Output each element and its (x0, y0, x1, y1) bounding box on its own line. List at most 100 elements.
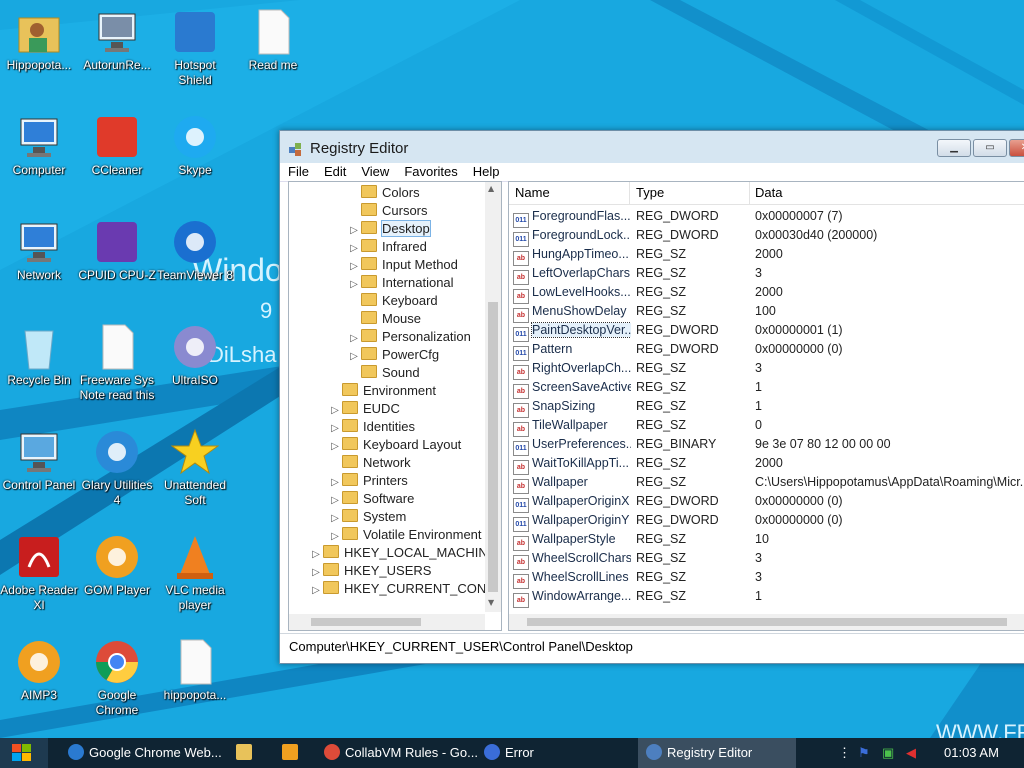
volume-muted-icon[interactable]: ◀ (906, 738, 916, 768)
registry-value-row[interactable]: 011 Pattern REG_DWORD 0x00000000 (0) (509, 340, 1024, 361)
desktop-icon[interactable]: Google Chrome (78, 638, 156, 718)
registry-key-tree[interactable]: Colors Cursors ▷ Desktop ▷ Infrared ▷ Input Met… (288, 181, 502, 631)
registry-value-row[interactable]: ab LowLevelHooks... REG_SZ 2000 (509, 283, 1024, 304)
tree-item[interactable]: ▷ HKEY_USERS (309, 562, 431, 580)
tree-item[interactable]: ▷ HKEY_CURRENT_CONFIG (309, 580, 501, 600)
start-button[interactable] (0, 738, 48, 768)
menu-edit[interactable]: Edit (316, 163, 353, 179)
tray-overflow-icon[interactable]: ⋮ (838, 738, 851, 768)
tree-scroll-thumb[interactable] (488, 302, 498, 592)
tree-item[interactable]: ▷ Desktop (347, 220, 431, 238)
desktop-icon[interactable]: AIMP3 (0, 638, 78, 703)
tree-hscroll-thumb[interactable] (311, 618, 421, 626)
registry-value-row[interactable]: ab TileWallpaper REG_SZ 0 (509, 416, 1024, 437)
menu-favorites[interactable]: Favorites (396, 163, 464, 179)
registry-value-row[interactable]: ab WallpaperStyle REG_SZ 10 (509, 530, 1024, 551)
desktop-icon[interactable]: Control Panel (0, 428, 78, 493)
menu-help[interactable]: Help (465, 163, 507, 179)
tree-item[interactable]: ▷ System (328, 508, 406, 526)
desktop-icon[interactable]: Computer (0, 113, 78, 178)
scroll-down-arrow-icon[interactable]: ▼ (488, 598, 494, 607)
tree-item[interactable]: ▷ International (347, 274, 454, 292)
column-header-data[interactable]: Data (755, 185, 782, 200)
list-horizontal-scrollbar[interactable] (509, 614, 1024, 630)
tree-item[interactable]: ▷ Software (328, 490, 414, 508)
tree-horizontal-scrollbar[interactable] (289, 614, 485, 630)
registry-value-row[interactable]: 011 PaintDesktopVer... REG_DWORD 0x00000001… (509, 321, 1024, 342)
registry-value-row[interactable]: ab WindowArrange... REG_SZ 1 (509, 587, 1024, 608)
tree-item[interactable]: Environment (328, 382, 436, 400)
registry-value-row[interactable]: 011 ForegroundLock... REG_DWORD 0x00030d40 … (509, 226, 1024, 247)
desktop-icon[interactable]: AutorunRe... (78, 8, 156, 73)
desktop-icon[interactable]: Recycle Bin (0, 323, 78, 388)
desktop-icon[interactable]: hippopota... (156, 638, 234, 703)
taskbar-button[interactable] (228, 738, 264, 768)
registry-value-row[interactable]: 011 WallpaperOriginY REG_DWORD 0x00000000 (… (509, 511, 1024, 532)
tree-item[interactable]: ▷ Infrared (347, 238, 427, 256)
desktop-icon[interactable]: VLC media player (156, 533, 234, 613)
taskbar-button[interactable] (274, 738, 310, 768)
desktop-icon[interactable]: Glary Utilities 4 (78, 428, 156, 508)
registry-value-row[interactable]: ab MenuShowDelay REG_SZ 100 (509, 302, 1024, 323)
registry-value-row[interactable]: 011 ForegroundFlas... REG_DWORD 0x00000007 … (509, 207, 1024, 228)
registry-editor-window[interactable]: Registry Editor ▁ ▭ ✕ FileEditViewFavori… (279, 130, 1024, 664)
desktop-icon[interactable]: Hippopota... (0, 8, 78, 73)
tree-vertical-scrollbar[interactable]: ▲ ▼ (485, 182, 501, 612)
tree-item[interactable]: ▷ Identities (328, 418, 415, 436)
tree-item[interactable]: Sound (347, 364, 420, 382)
tree-item[interactable]: ▷ Input Method (347, 256, 458, 274)
registry-value-row[interactable]: ab LeftOverlapChars REG_SZ 3 (509, 264, 1024, 285)
menu-file[interactable]: File (280, 163, 316, 179)
tree-item[interactable]: ▷ Keyboard Layout (328, 436, 461, 454)
minimize-button[interactable]: ▁ (937, 139, 971, 157)
tree-item[interactable]: ▷ Printers (328, 472, 408, 490)
column-header-type[interactable]: Type (636, 185, 664, 200)
taskbar-button[interactable]: Registry Editor (638, 738, 796, 768)
flag-icon[interactable]: ⚑ (858, 738, 870, 768)
desktop-icon[interactable]: UltraISO (156, 323, 234, 388)
desktop-icon[interactable]: Unattended Soft (156, 428, 234, 508)
window-titlebar[interactable]: Registry Editor ▁ ▭ ✕ (280, 131, 1024, 163)
desktop-icon[interactable]: Adobe Reader XI (0, 533, 78, 613)
desktop-icon[interactable]: Read me (234, 8, 312, 73)
list-hscroll-thumb[interactable] (527, 618, 1007, 626)
registry-value-row[interactable]: ab WheelScrollChars REG_SZ 3 (509, 549, 1024, 570)
registry-value-row[interactable]: ab Wallpaper REG_SZ C:\Users\Hippopotamus\A… (509, 473, 1024, 494)
registry-value-row[interactable]: 011 UserPreferences... REG_BINARY 9e 3e 07 … (509, 435, 1024, 456)
menu-view[interactable]: View (353, 163, 396, 179)
registry-values-list[interactable]: Name Type Data 0 1 1 ForegroundFlas... REG_D… (508, 181, 1024, 631)
taskbar-button[interactable]: Error (476, 738, 632, 768)
desktop-icon[interactable]: CCleaner (78, 113, 156, 178)
expand-arrow-icon[interactable]: ▷ (309, 582, 323, 600)
tree-item[interactable]: Network (328, 454, 411, 472)
close-button[interactable]: ✕ (1009, 139, 1024, 157)
desktop-icon[interactable]: Skype (156, 113, 234, 178)
registry-value-row[interactable]: ab WheelScrollLines REG_SZ 3 (509, 568, 1024, 589)
column-header-name[interactable]: Name (515, 185, 550, 200)
desktop-icon[interactable]: Freeware Sys Note read this (78, 323, 156, 403)
scroll-up-arrow-icon[interactable]: ▲ (488, 184, 494, 193)
registry-value-row[interactable]: 011 WallpaperOriginX REG_DWORD 0x00000000 (… (509, 492, 1024, 513)
network-status-icon[interactable]: ▣ (882, 738, 894, 768)
desktop-icon[interactable]: Hotspot Shield (156, 8, 234, 88)
desktop-icon[interactable]: TeamViewer 8 (156, 218, 234, 283)
taskbar-button[interactable]: Google Chrome Web... (60, 738, 222, 768)
tree-item[interactable]: ▷ Volatile Environment (328, 526, 482, 544)
registry-value-row[interactable]: ab HungAppTimeo... REG_SZ 2000 (509, 245, 1024, 266)
registry-value-row[interactable]: ab RightOverlapCh... REG_SZ 3 (509, 359, 1024, 380)
registry-value-row[interactable]: ab WaitToKillAppTi... REG_SZ 2000 (509, 454, 1024, 475)
tree-item[interactable]: ▷ HKEY_LOCAL_MACHINE (309, 544, 496, 562)
desktop-icon[interactable]: GOM Player (78, 533, 156, 598)
desktop-icon[interactable]: Network (0, 218, 78, 283)
clock[interactable]: 01:03 AM (944, 738, 999, 768)
taskbar-button[interactable]: CollabVM Rules - Go... (316, 738, 478, 768)
maximize-button[interactable]: ▭ (973, 139, 1007, 157)
tree-item[interactable]: Cursors (347, 202, 428, 220)
tree-item[interactable]: ▷ EUDC (328, 400, 400, 418)
tree-item[interactable]: ▷ Personalization (347, 328, 471, 346)
registry-value-row[interactable]: ab SnapSizing REG_SZ 1 (509, 397, 1024, 418)
tree-item[interactable]: Keyboard (347, 292, 438, 310)
tree-item[interactable]: Mouse (347, 310, 421, 328)
registry-value-row[interactable]: ab ScreenSaveActive REG_SZ 1 (509, 378, 1024, 399)
tree-item[interactable]: ▷ PowerCfg (347, 346, 439, 364)
